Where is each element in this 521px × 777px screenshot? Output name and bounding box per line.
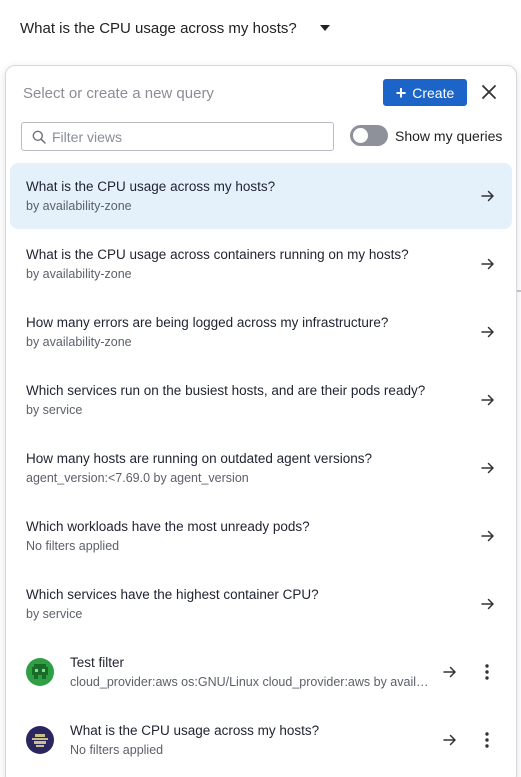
my-query-item[interactable]: What is the CPU usage across my hosts? N… [10,707,512,773]
arrow-right-icon[interactable] [480,392,496,408]
query-title: Which services run on the busiest hosts,… [26,383,426,398]
create-button[interactable]: + Create [383,79,467,106]
query-picker-panel: Select or create a new query + Create Sh… [5,65,517,777]
query-item[interactable]: How many errors are being logged across … [10,299,512,365]
query-subtitle: No filters applied [26,539,120,553]
toggle-knob [353,128,368,143]
search-icon [32,130,46,144]
close-icon[interactable] [480,83,498,101]
query-title: Which services have the highest containe… [26,587,319,602]
query-title: Test filter [70,655,125,670]
arrow-right-icon[interactable] [480,256,496,272]
query-subtitle: by service [26,607,83,621]
plus-icon: + [395,82,407,103]
filter-views-field[interactable] [21,122,334,151]
show-my-queries-label: Show my queries [395,128,503,144]
filter-views-input[interactable] [52,127,322,147]
my-query-item[interactable]: Test filter cloud_provider:aws os:GNU/Li… [10,639,512,705]
query-title: How many hosts are running on outdated a… [26,451,372,466]
caret-down-icon[interactable] [320,25,330,31]
arrow-right-icon[interactable] [480,460,496,476]
query-item[interactable]: Which services run on the busiest hosts,… [10,367,512,433]
current-query-title[interactable]: What is the CPU usage across my hosts? [20,20,297,37]
arrow-right-icon[interactable] [480,596,496,612]
query-title: How many errors are being logged across … [26,315,389,330]
create-button-label: Create [412,84,455,101]
avatar [26,658,54,686]
query-item[interactable]: What is the CPU usage across containers … [10,231,512,297]
query-item[interactable]: Which workloads have the most unready po… [10,503,512,569]
query-title: What is the CPU usage across my hosts? [26,179,276,194]
query-selector-bar[interactable]: What is the CPU usage across my hosts? [0,0,521,60]
query-item[interactable]: Which services have the highest containe… [10,571,512,637]
more-vertical-icon[interactable] [480,731,494,749]
arrow-right-icon[interactable] [480,188,496,204]
query-subtitle: by availability-zone [26,199,132,213]
query-title: What is the CPU usage across my hosts? [70,723,320,738]
show-my-queries-toggle[interactable] [350,125,388,146]
panel-prompt: Select or create a new query [23,85,214,102]
query-subtitle: agent_version:<7.69.0 by agent_version [26,471,249,485]
query-title: What is the CPU usage across containers … [26,247,409,262]
query-subtitle: cloud_provider:aws os:GNU/Linux cloud_pr… [70,675,430,689]
query-subtitle: by service [26,403,83,417]
query-subtitle: by availability-zone [26,335,132,349]
arrow-right-icon[interactable] [480,324,496,340]
query-subtitle: by availability-zone [26,267,132,281]
arrow-right-icon[interactable] [480,528,496,544]
query-item[interactable]: What is the CPU usage across my hosts? b… [10,163,512,229]
avatar [26,726,54,754]
query-subtitle: No filters applied [70,743,164,757]
more-vertical-icon[interactable] [480,663,494,681]
query-title: Which workloads have the most unready po… [26,519,310,534]
panel-header: Select or create a new query + Create [6,66,516,118]
arrow-right-icon[interactable] [442,732,458,748]
arrow-right-icon[interactable] [442,664,458,680]
query-item[interactable]: How many hosts are running on outdated a… [10,435,512,501]
filter-row: Show my queries [6,121,516,153]
